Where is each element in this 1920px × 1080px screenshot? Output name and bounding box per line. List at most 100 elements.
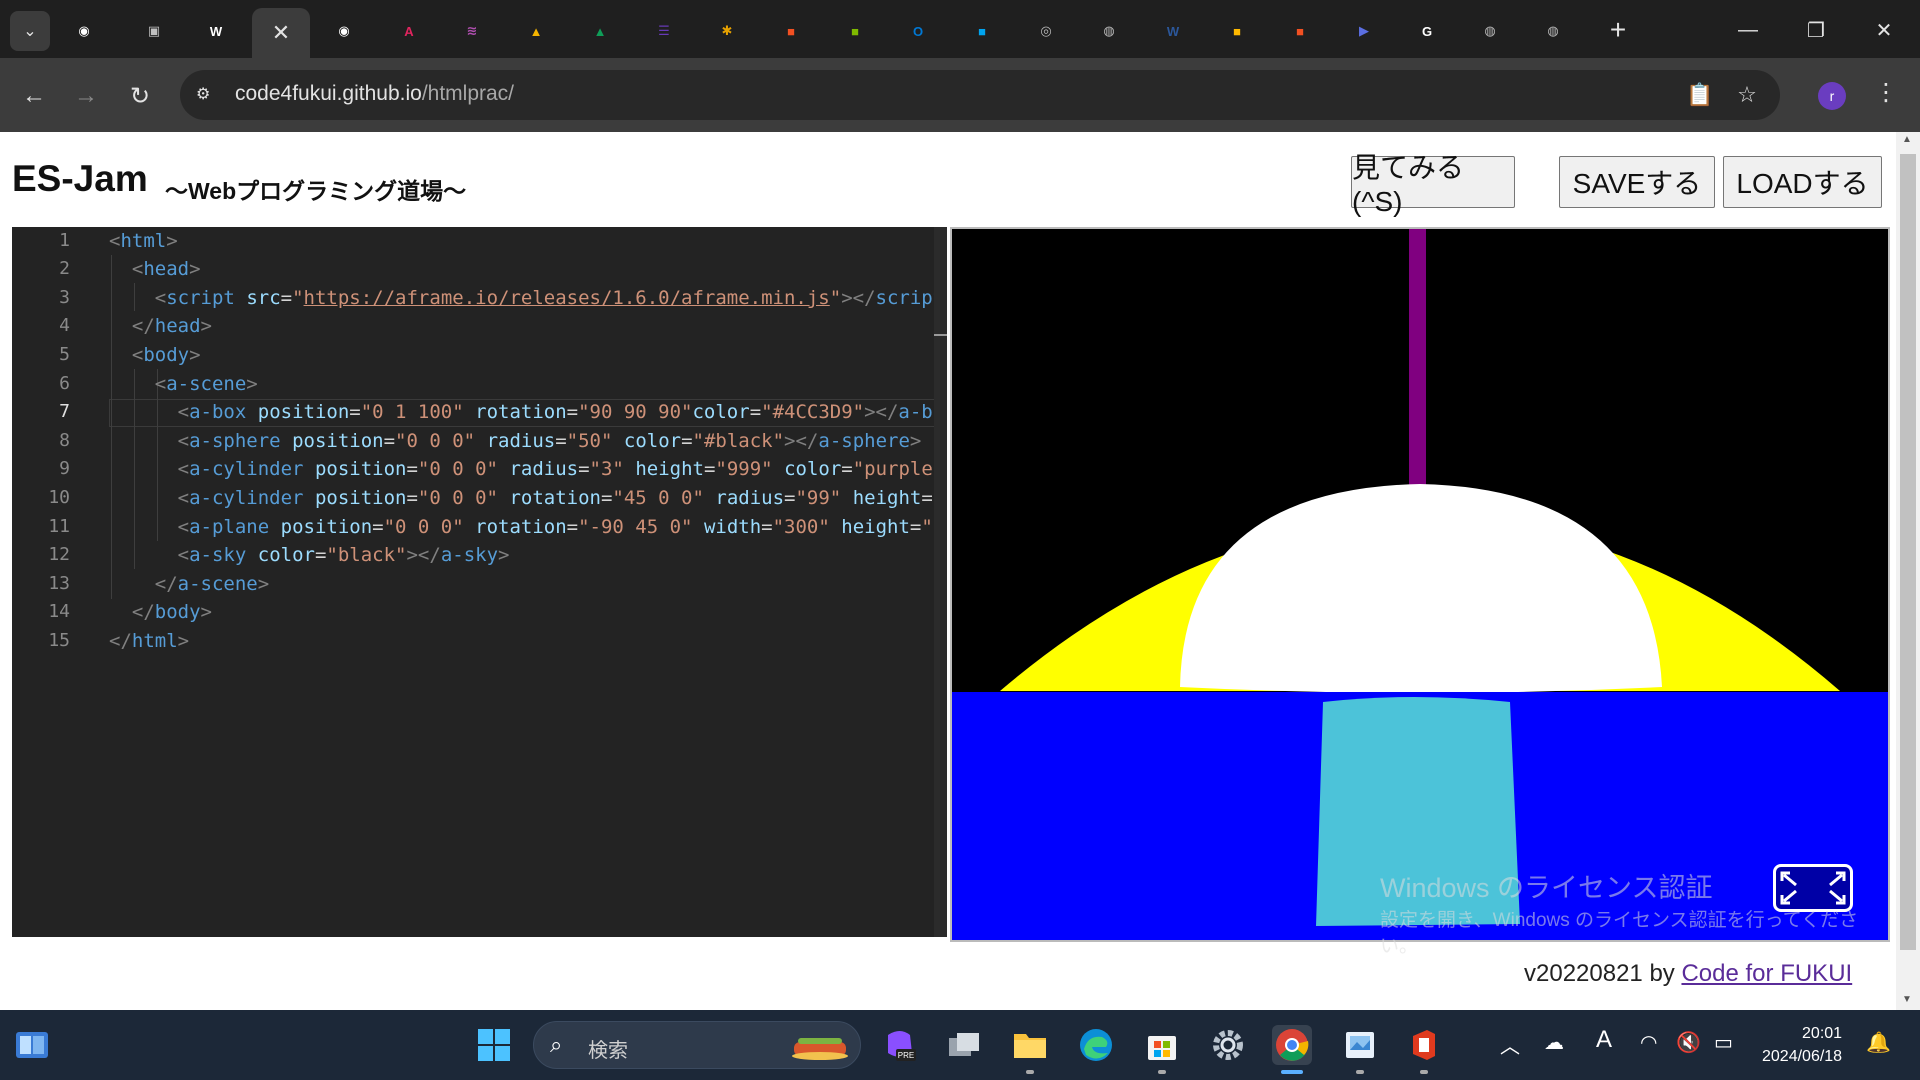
- scrollbar-thumb[interactable]: [1900, 154, 1916, 950]
- browser-tab[interactable]: ▶: [1335, 8, 1393, 54]
- browser-tab[interactable]: W: [187, 8, 245, 54]
- browser-tab[interactable]: ■: [762, 8, 820, 54]
- code-line[interactable]: </html>: [109, 627, 189, 655]
- code-line[interactable]: </body>: [109, 598, 212, 626]
- restore-button[interactable]: ❐: [1786, 8, 1846, 52]
- ime-mode-icon[interactable]: A: [1596, 1026, 1612, 1054]
- browser-tab[interactable]: W: [1144, 8, 1202, 54]
- page-subtitle: ～Webプログラミング道場～: [165, 178, 467, 204]
- notification-bell-icon[interactable]: 🔔: [1866, 1030, 1891, 1055]
- browser-tab[interactable]: A: [380, 8, 438, 54]
- browser-tab[interactable]: ☰: [635, 8, 693, 54]
- start-windows-icon[interactable]: [474, 1025, 514, 1065]
- clock-date: 2024/06/18: [1762, 1048, 1843, 1065]
- forward-icon[interactable]: →: [66, 76, 106, 116]
- edge-icon[interactable]: [1076, 1025, 1116, 1065]
- code-line[interactable]: <head>: [109, 255, 201, 283]
- browser-tab[interactable]: G: [1398, 8, 1456, 54]
- microsoft-icon: ■: [1296, 23, 1304, 39]
- new-tab-button[interactable]: +: [1600, 12, 1636, 48]
- speaker-muted-icon[interactable]: 🔇: [1676, 1030, 1701, 1055]
- load-button[interactable]: LOADする: [1723, 156, 1882, 208]
- clock[interactable]: 20:01 2024/06/18: [1762, 1022, 1842, 1068]
- browser-tab[interactable]: ◉: [315, 8, 373, 54]
- battery-icon[interactable]: ▭: [1714, 1030, 1733, 1055]
- editor-scrollbar[interactable]: [934, 227, 947, 937]
- browser-tab[interactable]: ■: [826, 8, 884, 54]
- code-line[interactable]: <a-scene>: [109, 370, 258, 398]
- code-line[interactable]: <a-plane position="0 0 0" rotation="-90 …: [109, 513, 947, 541]
- file-explorer-icon[interactable]: [1010, 1025, 1050, 1065]
- browser-tab[interactable]: ≋: [443, 8, 501, 54]
- browser-tab[interactable]: ■: [1271, 8, 1329, 54]
- word-icon: W: [1166, 23, 1180, 39]
- reload-icon[interactable]: ↻: [120, 76, 160, 116]
- copilot-pre-icon[interactable]: PRE: [880, 1025, 920, 1065]
- browser-tab[interactable]: O: [889, 8, 947, 54]
- task-view-icon[interactable]: [944, 1025, 984, 1065]
- scroll-up-icon[interactable]: ▲: [1902, 134, 1912, 145]
- browser-tab[interactable]: ■: [1208, 8, 1266, 54]
- browser-tab[interactable]: ◉: [55, 8, 113, 54]
- code-line[interactable]: <html>: [109, 227, 178, 255]
- view-button[interactable]: 見てみる (^S): [1351, 152, 1515, 217]
- browser-tab[interactable]: ✱: [698, 8, 756, 54]
- photos-app-icon[interactable]: [1340, 1025, 1380, 1065]
- address-bar[interactable]: ⚙ code4fukui.github.io/htmlprac/ 📋 ☆: [180, 70, 1780, 120]
- wifi-icon[interactable]: ◠: [1640, 1030, 1657, 1055]
- code-line[interactable]: <a-sphere position="0 0 0" radius="50" c…: [109, 427, 922, 455]
- code-line[interactable]: <body>: [109, 341, 201, 369]
- code-editor[interactable]: 1 2 3 4 5 6 7 8 9 10 11 12 13 14 15 <htm…: [12, 227, 947, 937]
- clipboard-icon[interactable]: 📋: [1685, 80, 1715, 110]
- code-for-fukui-link[interactable]: Code for FUKUI: [1681, 960, 1852, 987]
- browser-tab[interactable]: ◎: [1017, 8, 1075, 54]
- site-info-icon[interactable]: ⚙: [196, 84, 218, 106]
- settings-gear-icon[interactable]: [1208, 1025, 1248, 1065]
- browser-tab[interactable]: ◍: [1461, 8, 1519, 54]
- url-text[interactable]: code4fukui.github.io/htmlprac/: [235, 82, 514, 106]
- bookmark-star-icon[interactable]: ☆: [1732, 80, 1762, 110]
- code-line[interactable]: <a-cylinder position="0 0 0" rotation="4…: [109, 484, 947, 512]
- office-icon[interactable]: [1404, 1025, 1444, 1065]
- outlook-icon: O: [912, 23, 924, 39]
- close-icon[interactable]: ✕: [272, 20, 290, 46]
- tray-chevron-icon[interactable]: ︿: [1500, 1030, 1520, 1059]
- widgets-icon[interactable]: [12, 1025, 52, 1065]
- browser-tab[interactable]: ▣: [125, 8, 183, 54]
- back-icon[interactable]: ←: [14, 76, 54, 116]
- scene-canvas: [952, 229, 1888, 940]
- page-scrollbar[interactable]: ▲ ▼: [1896, 132, 1920, 1010]
- code-line[interactable]: </head>: [109, 312, 212, 340]
- browser-tab[interactable]: ■: [953, 8, 1011, 54]
- code-line[interactable]: </a-scene>: [109, 570, 269, 598]
- tab-search-button[interactable]: ⌄: [10, 11, 50, 51]
- browser-tab[interactable]: ◍: [1080, 8, 1138, 54]
- chrome-icon[interactable]: [1272, 1025, 1312, 1065]
- browser-tab[interactable]: ✕: [252, 8, 310, 58]
- code-line[interactable]: <a-sky color="black"></a-sky>: [109, 541, 510, 569]
- active-indicator: [1281, 1070, 1303, 1074]
- microsoft-store-icon[interactable]: [1142, 1025, 1182, 1065]
- profile-avatar[interactable]: r: [1818, 82, 1846, 110]
- microsoft-icon: ■: [978, 23, 986, 39]
- save-button[interactable]: SAVEする: [1559, 156, 1715, 208]
- scene-preview[interactable]: [950, 227, 1890, 942]
- globe-icon: ◍: [1484, 23, 1496, 38]
- menu-kebab-icon[interactable]: ⋮: [1874, 78, 1898, 107]
- onedrive-icon[interactable]: ☁: [1544, 1030, 1564, 1055]
- browser-tab[interactable]: ▲: [571, 8, 629, 54]
- line-number-gutter: 1 2 3 4 5 6 7 8 9 10 11 12 13 14 15: [12, 227, 97, 937]
- code-line[interactable]: <a-box position="0 1 100" rotation="90 9…: [109, 398, 947, 426]
- github-icon: ◉: [78, 23, 90, 38]
- minimize-button[interactable]: —: [1718, 8, 1778, 52]
- browser-tab[interactable]: ◍: [1524, 8, 1582, 54]
- taskbar-search-box[interactable]: ⌕ 検索: [533, 1021, 861, 1069]
- scroll-down-icon[interactable]: ▼: [1902, 994, 1912, 1005]
- browser-tab[interactable]: ▲: [507, 8, 565, 54]
- line-number: 2: [59, 258, 70, 279]
- code-line[interactable]: <a-cylinder position="0 0 0" radius="3" …: [109, 455, 947, 483]
- fullscreen-vr-button[interactable]: [1773, 864, 1853, 912]
- app-a-icon: A: [404, 23, 414, 39]
- close-window-button[interactable]: ✕: [1854, 8, 1914, 52]
- code-line[interactable]: <script src="https://aframe.io/releases/…: [109, 284, 947, 312]
